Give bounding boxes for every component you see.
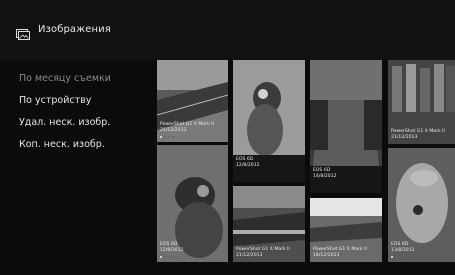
page-dots — [160, 135, 225, 139]
page-dots — [391, 255, 452, 259]
menu-item-by-month[interactable]: По месяцу съемки — [19, 72, 149, 94]
camera-label: PowerShot G1 X Mark II — [236, 247, 290, 252]
camera-label: EOS 6D — [391, 242, 409, 247]
camera-label: PowerShot G1 X Mark II — [160, 122, 214, 127]
date-label: 21/12/2013 — [391, 135, 418, 140]
gallery-icon — [16, 25, 30, 40]
page-dots — [160, 255, 225, 259]
page-title: Изображения — [38, 24, 111, 35]
photo-tile[interactable]: EOS 6D 12/8/2012 — [157, 145, 228, 262]
app-header: Изображения — [0, 0, 455, 60]
date-label: 12/8/2012 — [236, 163, 260, 168]
camera-label: EOS 6D — [236, 157, 254, 162]
camera-label: PowerShot G1 X Mark II — [313, 247, 367, 252]
menu-item-delete-multiple[interactable]: Удал. неск. изобр. — [19, 116, 149, 138]
date-label: 14/8/2012 — [313, 174, 337, 179]
date-label: 12/8/2012 — [160, 248, 184, 253]
sort-menu: По месяцу съемки По устройству Удал. нес… — [19, 72, 149, 160]
photo-tile[interactable]: PowerShot G1 X Mark II 21/12/2013 — [233, 186, 305, 262]
thumbnail-image — [233, 60, 305, 160]
photo-tile[interactable]: EOS 6D 12/8/2012 — [233, 60, 305, 182]
photo-tile[interactable]: EOS 6D 13/8/2012 — [388, 148, 455, 262]
photo-tile[interactable]: PowerShot G1 X Mark II 21/12/2013 — [157, 60, 228, 142]
camera-label: PowerShot G1 X Mark II — [391, 129, 445, 134]
date-label: 21/12/2013 — [160, 128, 187, 133]
date-label: 13/8/2012 — [391, 248, 415, 253]
photo-tile[interactable]: PowerShot G1 X Mark II 21/12/2013 — [388, 60, 455, 144]
camera-label: EOS 6D — [313, 168, 331, 173]
camera-label: EOS 6D — [160, 242, 178, 247]
menu-item-by-device[interactable]: По устройству — [19, 94, 149, 116]
photo-tile[interactable]: PowerShot G1 X Mark II 18/12/2013 — [310, 198, 382, 262]
menu-item-copy-multiple[interactable]: Коп. неск. изобр. — [19, 138, 149, 160]
photo-tile[interactable]: EOS 6D 14/8/2012 — [310, 60, 382, 193]
date-label: 18/12/2013 — [313, 253, 340, 258]
date-label: 21/12/2013 — [236, 253, 263, 258]
